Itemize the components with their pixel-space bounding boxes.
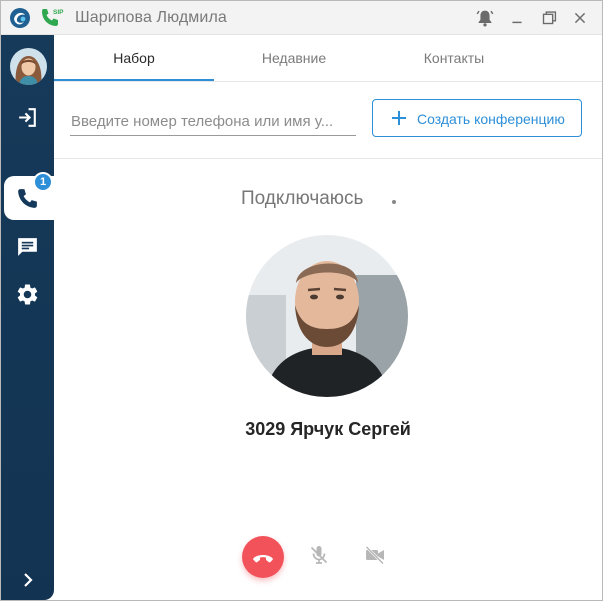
logout-button[interactable]: [1, 95, 54, 139]
call-count-badge: 1: [33, 172, 53, 192]
app-window: SIP Шарипова Людмила 1 Набор Недавние Ко…: [0, 0, 603, 601]
tab-dial[interactable]: Набор: [54, 35, 214, 81]
plus-icon: [392, 111, 406, 125]
bell-icon: [476, 10, 494, 27]
window-title: Шарипова Людмила: [75, 9, 227, 26]
contact-avatar: [246, 235, 408, 397]
title-bar: SIP Шарипова Людмила: [1, 1, 602, 35]
notifications-button[interactable]: [474, 7, 496, 29]
maximize-icon: [542, 11, 557, 25]
app-logo-icon: [9, 7, 31, 29]
sidebar: 1: [1, 35, 54, 600]
minimize-icon: [512, 21, 522, 24]
connecting-indicator: [392, 200, 396, 204]
user-photo: [10, 48, 47, 85]
toggle-video-button[interactable]: [363, 543, 387, 567]
create-conference-label: Создать конференцию: [417, 111, 565, 127]
sidebar-item-settings[interactable]: [1, 272, 54, 316]
mic-off-icon: [310, 546, 328, 564]
close-button[interactable]: [569, 7, 591, 29]
logout-icon: [19, 108, 36, 127]
tab-recent[interactable]: Недавние: [214, 35, 374, 81]
maximize-button[interactable]: [538, 7, 560, 29]
contact-name: 3029 Ярчук Сергей: [245, 419, 411, 439]
dial-input-row: Создать конференцию: [54, 82, 602, 159]
create-conference-button[interactable]: Создать конференцию: [372, 99, 582, 137]
video-off-icon: [365, 546, 384, 565]
expand-sidebar-button[interactable]: [16, 568, 40, 592]
chevron-right-icon: [24, 573, 33, 587]
phone-search-input[interactable]: [70, 107, 356, 136]
gear-icon: [17, 284, 38, 305]
sip-phone-icon: SIP: [39, 6, 65, 28]
call-status: Подключаюсь: [241, 188, 364, 209]
sip-label: SIP: [53, 9, 64, 16]
contact-photo: [246, 235, 408, 397]
minimize-button[interactable]: [506, 7, 528, 29]
tab-contacts[interactable]: Контакты: [374, 35, 534, 81]
mute-microphone-button[interactable]: [307, 543, 331, 567]
sidebar-item-chat[interactable]: [1, 224, 54, 268]
hangup-button[interactable]: [242, 536, 284, 578]
user-avatar[interactable]: [10, 48, 47, 85]
chat-icon: [18, 238, 37, 256]
close-icon: [574, 12, 586, 24]
sidebar-item-calls[interactable]: 1: [4, 172, 54, 220]
tab-bar: Набор Недавние Контакты: [54, 35, 602, 82]
hangup-icon: [253, 555, 273, 563]
